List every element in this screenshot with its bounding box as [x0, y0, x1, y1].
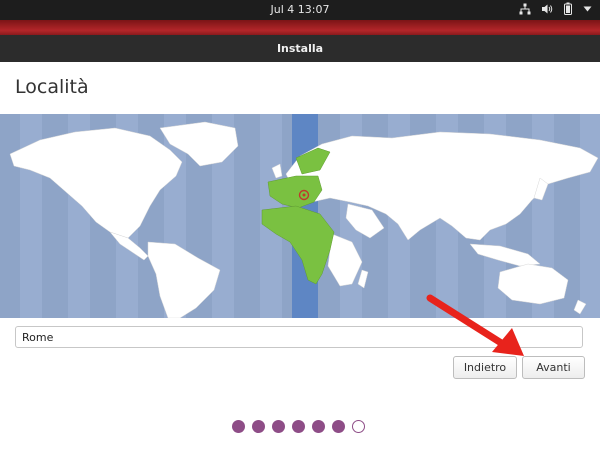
next-button[interactable]: Avanti [522, 356, 585, 379]
timezone-map[interactable] [0, 114, 600, 318]
red-arrow-annotation [426, 294, 524, 356]
progress-dot [272, 420, 285, 433]
volume-icon[interactable] [541, 3, 553, 15]
progress-dot-current [352, 420, 365, 433]
progress-dot [332, 420, 345, 433]
page-title: Località [15, 76, 89, 98]
network-icon[interactable] [519, 3, 531, 15]
progress-dot [232, 420, 245, 433]
system-tray[interactable] [519, 2, 592, 15]
system-menu-arrow-icon[interactable] [583, 6, 592, 12]
progress-dot [252, 420, 265, 433]
progress-dots [232, 420, 365, 433]
system-top-bar: Jul 4 13:07 [0, 0, 600, 20]
window-shadow-accent [0, 20, 600, 35]
window-title: Installa [0, 35, 600, 62]
progress-dot [312, 420, 325, 433]
battery-icon[interactable] [563, 2, 573, 15]
progress-dot [292, 420, 305, 433]
clock[interactable]: Jul 4 13:07 [0, 3, 600, 16]
